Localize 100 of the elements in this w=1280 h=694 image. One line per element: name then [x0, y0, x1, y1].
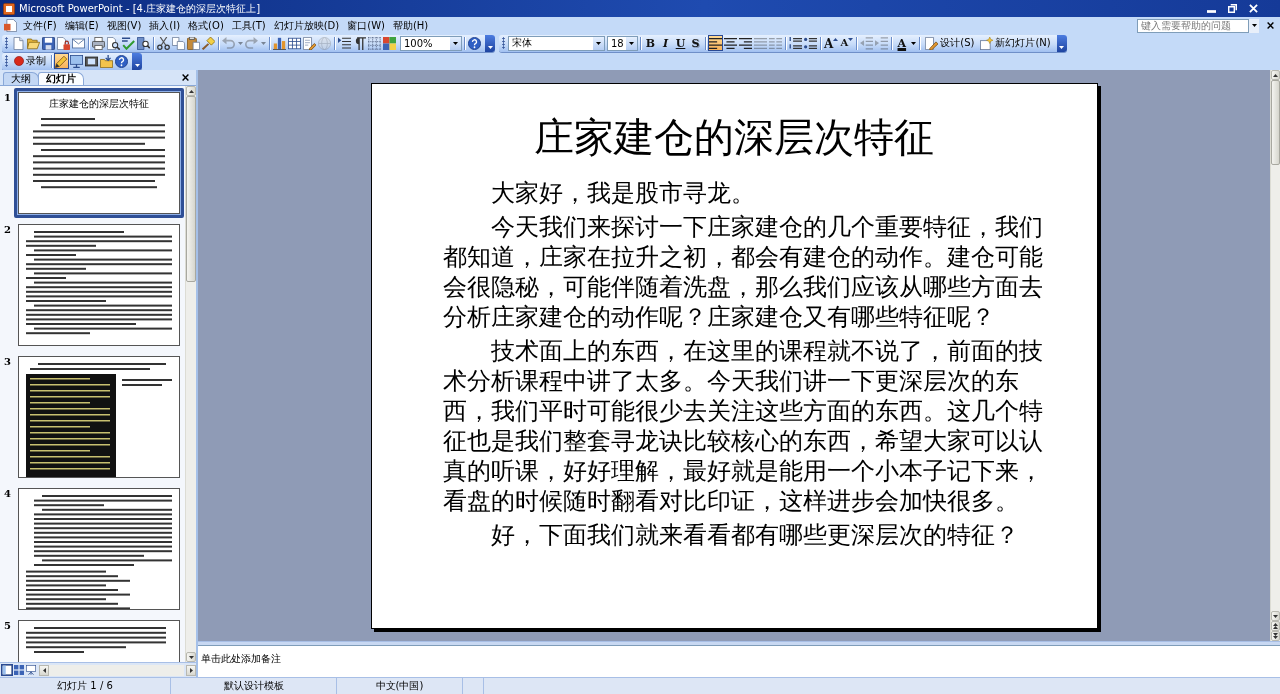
- new-document-icon: [12, 36, 25, 50]
- menu-item[interactable]: 视图(V): [103, 18, 145, 33]
- caret-icon: [260, 41, 266, 45]
- pane-tab[interactable]: 幻灯片: [38, 72, 84, 85]
- close-button[interactable]: [180, 72, 191, 83]
- menu-item[interactable]: 文件(F): [20, 18, 60, 33]
- scroll-right-button[interactable]: [186, 664, 196, 676]
- scroll-left-button[interactable]: [39, 664, 49, 676]
- slide-thumbnail[interactable]: 庄家建仓的深层次特征: [14, 88, 184, 218]
- new-slide-button[interactable]: 新幻灯片(N): [977, 35, 1054, 51]
- help-search-field[interactable]: 键入需要帮助的问题: [1137, 18, 1249, 33]
- caret-icon: [596, 41, 601, 45]
- folder-arrow-button[interactable]: [99, 53, 114, 69]
- help-button[interactable]: [114, 53, 129, 69]
- page-magnifier-button[interactable]: [106, 35, 121, 51]
- menu-item[interactable]: 编辑(E): [61, 18, 102, 33]
- pane-tab[interactable]: 大纲: [3, 72, 39, 85]
- scissors-button[interactable]: [156, 35, 171, 51]
- document-icon[interactable]: [4, 19, 17, 32]
- envelope-button[interactable]: [71, 35, 86, 51]
- open-folder-button[interactable]: [26, 35, 41, 51]
- scrollbar-thumb[interactable]: [186, 96, 196, 282]
- menu-item[interactable]: 工具(T): [228, 18, 269, 33]
- numbered-list-button[interactable]: [788, 35, 803, 51]
- scroll-up-button[interactable]: [1271, 70, 1280, 80]
- bar-chart-button[interactable]: [272, 35, 287, 51]
- scrollbar-thumb[interactable]: [1271, 80, 1280, 165]
- record-button[interactable]: 录制: [11, 53, 49, 69]
- align-right-button[interactable]: [738, 35, 753, 51]
- dropdown-button[interactable]: [593, 36, 604, 50]
- italic-button[interactable]: I: [658, 35, 673, 51]
- shadow-button[interactable]: S: [688, 35, 703, 51]
- close-icon: [1266, 22, 1274, 29]
- new-document-button[interactable]: [11, 35, 26, 51]
- book-search-button[interactable]: [136, 35, 151, 51]
- font-size-box[interactable]: 18: [607, 35, 638, 51]
- decrease-indent-icon: [860, 36, 874, 50]
- slide-sorter-button[interactable]: [13, 664, 25, 676]
- document-lock-button[interactable]: [56, 35, 71, 51]
- save-button[interactable]: [41, 35, 56, 51]
- shrink-font-button[interactable]: A: [839, 35, 855, 51]
- dropdown-button[interactable]: [1249, 18, 1259, 33]
- two-column-icon: [769, 36, 782, 50]
- caret-icon: [910, 41, 916, 45]
- toolbar-options-button[interactable]: [132, 52, 142, 70]
- zoom-box[interactable]: 100%: [400, 35, 462, 51]
- align-center-button[interactable]: [723, 35, 738, 51]
- toolbar-grip[interactable]: [502, 37, 505, 49]
- table-button[interactable]: [287, 35, 302, 51]
- scroll-down-button[interactable]: [1271, 611, 1280, 621]
- underline-button[interactable]: U: [673, 35, 688, 51]
- previous-slide-button[interactable]: [1271, 621, 1280, 631]
- slide-number: 1: [4, 92, 12, 103]
- printer-button[interactable]: [91, 35, 106, 51]
- help-button[interactable]: [467, 35, 482, 51]
- toolbar-options-button[interactable]: [1056, 34, 1067, 52]
- outline-button[interactable]: [337, 35, 352, 51]
- menu-item[interactable]: 格式(O): [185, 18, 227, 33]
- color-swatch-button[interactable]: [382, 35, 397, 51]
- toolbar-grip[interactable]: [5, 55, 8, 67]
- menu-item[interactable]: 幻灯片放映(D): [270, 18, 343, 33]
- down-arrow-icon: [1273, 614, 1278, 618]
- menu-item[interactable]: 帮助(H): [389, 18, 432, 33]
- menu-item[interactable]: 插入(I): [146, 18, 184, 33]
- dropdown-button[interactable]: [626, 36, 637, 50]
- bulleted-list-button[interactable]: [803, 35, 818, 51]
- grow-font-button[interactable]: A: [823, 35, 840, 51]
- menu-item[interactable]: 窗口(W): [344, 18, 388, 33]
- design-button[interactable]: 设计(S): [922, 35, 978, 51]
- spell-check-button[interactable]: [121, 35, 136, 51]
- slide-number: 5: [4, 620, 12, 631]
- close-icon: [182, 74, 189, 81]
- color-swatch-icon: [383, 36, 396, 50]
- monitor-button[interactable]: [69, 53, 84, 69]
- status-text: 幻灯片 1 / 6: [57, 679, 113, 693]
- bold-button[interactable]: B: [643, 35, 658, 51]
- toolbar-options-button[interactable]: [485, 34, 495, 52]
- caret-icon: [487, 45, 493, 49]
- slideshow-button[interactable]: [25, 664, 37, 676]
- document-pencil-button[interactable]: [302, 35, 317, 51]
- clipboard-button[interactable]: [186, 35, 201, 51]
- film-strip-button[interactable]: [84, 53, 99, 69]
- normal-view-button[interactable]: [1, 664, 13, 676]
- font-color-button[interactable]: A: [894, 35, 910, 51]
- pen-icon: [55, 54, 68, 68]
- film-strip-icon: [85, 54, 98, 68]
- slide-number: 2: [4, 224, 12, 235]
- font-box[interactable]: 宋体: [508, 35, 605, 51]
- printer-icon: [92, 36, 105, 50]
- toolbar-grip[interactable]: [5, 37, 8, 49]
- pen-button[interactable]: [54, 53, 69, 69]
- slide-title: 庄家建仓的深层次特征: [534, 112, 934, 162]
- redo-icon: [245, 36, 258, 50]
- right-arrow-icon: [189, 667, 193, 673]
- paintbrush-button[interactable]: [201, 35, 216, 51]
- align-left-button[interactable]: [708, 35, 723, 51]
- notes-field[interactable]: 单击此处添加备注: [198, 645, 1280, 677]
- dropdown-button[interactable]: [450, 36, 461, 50]
- globe-icon: [318, 36, 331, 50]
- scroll-up-button[interactable]: [186, 86, 196, 96]
